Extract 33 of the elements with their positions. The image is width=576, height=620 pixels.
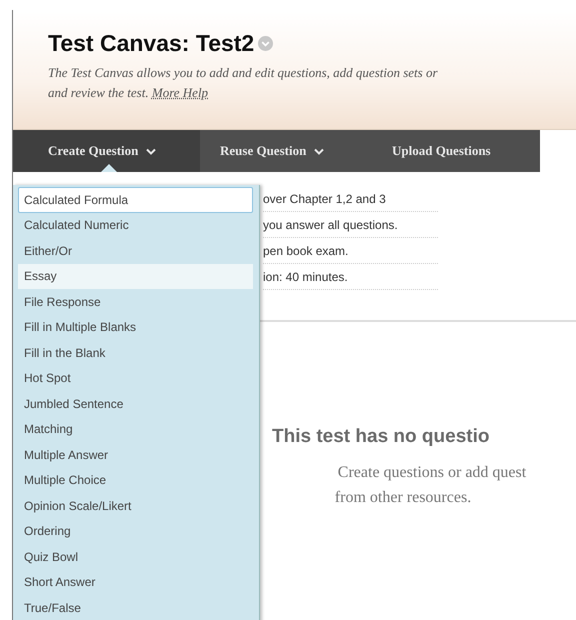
menu-pointer bbox=[101, 164, 117, 172]
empty-state-text: from other resources. bbox=[334, 488, 472, 508]
chevron-circle-icon[interactable] bbox=[258, 36, 274, 51]
toolbar-button[interactable]: Upload Questions bbox=[372, 130, 540, 172]
help-link[interactable]: More Help bbox=[152, 85, 208, 100]
menu-item[interactable]: Fill in Multiple Blanks bbox=[18, 314, 253, 340]
menu-item[interactable]: Ordering bbox=[18, 518, 253, 544]
menu-item[interactable]: Either/Or bbox=[18, 238, 253, 264]
description-text: The Test Canvas allows you to add and edit questions, add question sets or bbox=[48, 64, 439, 82]
page-title: Test Canvas: Test2 bbox=[48, 30, 254, 57]
instruction-text: over Chapter 1,2 and 3 bbox=[263, 186, 438, 212]
empty-state-heading: This test has no questio bbox=[272, 426, 490, 448]
menu-item[interactable]: Opinion Scale/Likert bbox=[18, 493, 253, 518]
menu-item[interactable]: Jumbled Sentence bbox=[18, 391, 253, 416]
menu-item[interactable]: Essay bbox=[18, 264, 253, 289]
empty-state-text: Create questions or add quest bbox=[336, 463, 528, 483]
instruction-text: pen book exam. bbox=[263, 238, 438, 264]
instruction-text: ion: 40 minutes. bbox=[263, 264, 438, 290]
menu-item[interactable]: Quiz Bowl bbox=[18, 544, 253, 570]
menu-item[interactable]: File Response bbox=[18, 289, 253, 314]
instruction-text: you answer all questions. bbox=[263, 212, 438, 238]
menu-item[interactable]: Calculated Numeric bbox=[18, 212, 253, 238]
menu-item[interactable]: Short Answer bbox=[18, 570, 253, 595]
menu-item[interactable]: Multiple Answer bbox=[18, 442, 253, 468]
menu-item[interactable]: Fill in the Blank bbox=[18, 340, 253, 366]
menu-item[interactable]: Matching bbox=[18, 416, 253, 442]
toolbar-button[interactable]: Reuse Question bbox=[200, 130, 372, 172]
menu-item[interactable]: True/False bbox=[18, 595, 253, 620]
toolbar-button[interactable]: Create Question bbox=[13, 130, 200, 172]
menu-item[interactable]: Multiple Choice bbox=[18, 468, 253, 493]
menu-item[interactable]: Hot Spot bbox=[18, 366, 253, 391]
menu-item[interactable]: Calculated Formula bbox=[18, 187, 253, 212]
description-text: and review the test. bbox=[48, 85, 149, 100]
